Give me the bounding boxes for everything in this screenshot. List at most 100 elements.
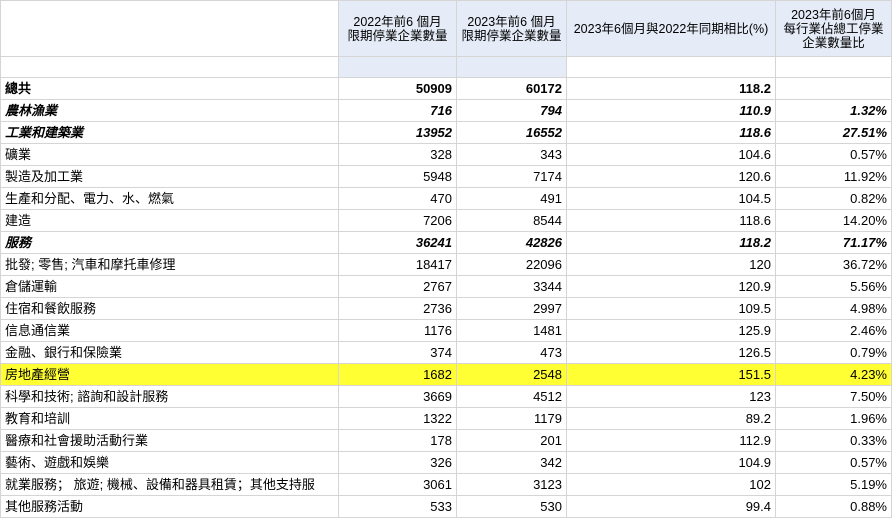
cell-ratio[interactable]: 118.2 bbox=[566, 77, 776, 100]
cell-industry[interactable]: 批發; 零售; 汽車和摩托車修理 bbox=[0, 253, 339, 276]
cell-2022-count[interactable]: 374 bbox=[338, 341, 457, 364]
cell-share[interactable]: 14.20% bbox=[775, 209, 892, 232]
cell-2022-count[interactable]: 716 bbox=[338, 99, 457, 122]
cell-share[interactable]: 0.79% bbox=[775, 341, 892, 364]
cell-industry[interactable]: 教育和培訓 bbox=[0, 407, 339, 430]
cell-share[interactable]: 0.57% bbox=[775, 143, 892, 166]
cell-ratio[interactable]: 110.9 bbox=[566, 99, 776, 122]
cell-2023-count[interactable]: 3344 bbox=[456, 275, 567, 298]
cell-2022-count[interactable]: 533 bbox=[338, 495, 457, 518]
cell-2022-count[interactable]: 50909 bbox=[338, 77, 457, 100]
cell-2022-count[interactable]: 13952 bbox=[338, 121, 457, 144]
cell-2022-count[interactable]: 3669 bbox=[338, 385, 457, 408]
cell-2022-count[interactable]: 326 bbox=[338, 451, 457, 474]
cell-industry[interactable]: 農林漁業 bbox=[0, 99, 339, 122]
cell-ratio[interactable]: 102 bbox=[566, 473, 776, 496]
cell-2023-count[interactable]: 342 bbox=[456, 451, 567, 474]
cell-2022-count[interactable]: 1682 bbox=[338, 363, 457, 386]
cell-ratio[interactable]: 109.5 bbox=[566, 297, 776, 320]
cell-share[interactable]: 0.82% bbox=[775, 187, 892, 210]
header-cell-2022[interactable]: 2022年前6 個月 限期停業企業數量 bbox=[338, 0, 457, 57]
cell-share[interactable]: 27.51% bbox=[775, 121, 892, 144]
cell-2023-count[interactable]: 491 bbox=[456, 187, 567, 210]
cell-ratio[interactable]: 120.9 bbox=[566, 275, 776, 298]
cell-industry[interactable]: 總共 bbox=[0, 77, 339, 100]
cell-industry[interactable]: 藝術、遊戲和娛樂 bbox=[0, 451, 339, 474]
cell-2022-count[interactable]: 328 bbox=[338, 143, 457, 166]
cell-2022-count[interactable]: 5948 bbox=[338, 165, 457, 188]
cell-share[interactable]: 2.46% bbox=[775, 319, 892, 342]
header-cell-ratio[interactable]: 2023年6個月與2022年同期相比(%) bbox=[566, 0, 776, 57]
cell-2023-count[interactable]: 473 bbox=[456, 341, 567, 364]
empty-cell[interactable] bbox=[456, 56, 567, 78]
cell-2023-count[interactable]: 16552 bbox=[456, 121, 567, 144]
cell-2023-count[interactable]: 2548 bbox=[456, 363, 567, 386]
cell-share[interactable]: 0.57% bbox=[775, 451, 892, 474]
cell-2023-count[interactable]: 1179 bbox=[456, 407, 567, 430]
cell-2022-count[interactable]: 1176 bbox=[338, 319, 457, 342]
cell-industry[interactable]: 製造及加工業 bbox=[0, 165, 339, 188]
cell-2023-count[interactable]: 201 bbox=[456, 429, 567, 452]
cell-ratio[interactable]: 123 bbox=[566, 385, 776, 408]
cell-ratio[interactable]: 120.6 bbox=[566, 165, 776, 188]
cell-ratio[interactable]: 104.6 bbox=[566, 143, 776, 166]
cell-industry[interactable]: 住宿和餐飲服務 bbox=[0, 297, 339, 320]
cell-2022-count[interactable]: 7206 bbox=[338, 209, 457, 232]
cell-ratio[interactable]: 99.4 bbox=[566, 495, 776, 518]
cell-ratio[interactable]: 89.2 bbox=[566, 407, 776, 430]
cell-2023-count[interactable]: 530 bbox=[456, 495, 567, 518]
cell-share[interactable]: 1.96% bbox=[775, 407, 892, 430]
cell-share[interactable]: 0.33% bbox=[775, 429, 892, 452]
empty-cell[interactable] bbox=[338, 56, 457, 78]
cell-industry[interactable]: 房地產經營 bbox=[0, 363, 339, 386]
cell-ratio[interactable]: 126.5 bbox=[566, 341, 776, 364]
cell-ratio[interactable]: 120 bbox=[566, 253, 776, 276]
cell-2022-count[interactable]: 2767 bbox=[338, 275, 457, 298]
cell-2022-count[interactable]: 178 bbox=[338, 429, 457, 452]
cell-share[interactable]: 7.50% bbox=[775, 385, 892, 408]
cell-ratio[interactable]: 151.5 bbox=[566, 363, 776, 386]
cell-2022-count[interactable]: 18417 bbox=[338, 253, 457, 276]
cell-ratio[interactable]: 118.2 bbox=[566, 231, 776, 254]
cell-2022-count[interactable]: 1322 bbox=[338, 407, 457, 430]
cell-share[interactable] bbox=[775, 77, 892, 100]
cell-2023-count[interactable]: 7174 bbox=[456, 165, 567, 188]
cell-industry[interactable]: 服務 bbox=[0, 231, 339, 254]
cell-share[interactable]: 5.56% bbox=[775, 275, 892, 298]
cell-industry[interactable]: 建造 bbox=[0, 209, 339, 232]
cell-2022-count[interactable]: 470 bbox=[338, 187, 457, 210]
cell-industry[interactable]: 其他服務活動 bbox=[0, 495, 339, 518]
cell-industry[interactable]: 金融、銀行和保險業 bbox=[0, 341, 339, 364]
cell-2022-count[interactable]: 2736 bbox=[338, 297, 457, 320]
header-cell-2023[interactable]: 2023年前6 個月 限期停業企業數量 bbox=[456, 0, 567, 57]
empty-cell[interactable] bbox=[0, 56, 339, 78]
cell-share[interactable]: 0.88% bbox=[775, 495, 892, 518]
cell-industry[interactable]: 礦業 bbox=[0, 143, 339, 166]
cell-2023-count[interactable]: 4512 bbox=[456, 385, 567, 408]
cell-share[interactable]: 4.23% bbox=[775, 363, 892, 386]
cell-2023-count[interactable]: 1481 bbox=[456, 319, 567, 342]
cell-ratio[interactable]: 125.9 bbox=[566, 319, 776, 342]
cell-industry[interactable]: 生產和分配、電力、水、燃氣 bbox=[0, 187, 339, 210]
cell-ratio[interactable]: 118.6 bbox=[566, 121, 776, 144]
cell-ratio[interactable]: 118.6 bbox=[566, 209, 776, 232]
cell-2022-count[interactable]: 36241 bbox=[338, 231, 457, 254]
cell-2023-count[interactable]: 794 bbox=[456, 99, 567, 122]
empty-cell[interactable] bbox=[566, 56, 776, 78]
cell-industry[interactable]: 倉儲運輸 bbox=[0, 275, 339, 298]
cell-industry[interactable]: 工業和建築業 bbox=[0, 121, 339, 144]
cell-industry[interactable]: 信息通信業 bbox=[0, 319, 339, 342]
cell-2023-count[interactable]: 343 bbox=[456, 143, 567, 166]
cell-industry[interactable]: 醫療和社會援助活動行業 bbox=[0, 429, 339, 452]
header-cell-share[interactable]: 2023年前6個月 每行業佔總工停業 企業數量比 bbox=[775, 0, 892, 57]
header-cell-label[interactable] bbox=[0, 0, 339, 57]
empty-cell[interactable] bbox=[775, 56, 892, 78]
cell-2023-count[interactable]: 8544 bbox=[456, 209, 567, 232]
cell-share[interactable]: 1.32% bbox=[775, 99, 892, 122]
cell-2023-count[interactable]: 3123 bbox=[456, 473, 567, 496]
cell-share[interactable]: 5.19% bbox=[775, 473, 892, 496]
cell-industry[interactable]: 科學和技術; 諮詢和設計服務 bbox=[0, 385, 339, 408]
cell-2023-count[interactable]: 2997 bbox=[456, 297, 567, 320]
cell-share[interactable]: 11.92% bbox=[775, 165, 892, 188]
cell-share[interactable]: 4.98% bbox=[775, 297, 892, 320]
